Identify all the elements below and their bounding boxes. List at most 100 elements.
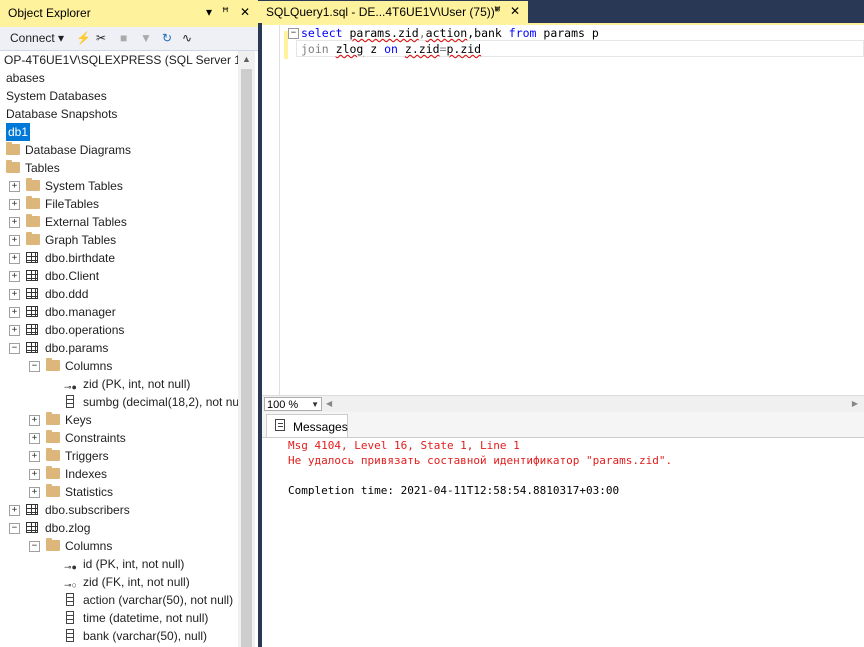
tree-node-label: time (datetime, not null) <box>83 611 209 625</box>
tree-vertical-scrollbar[interactable]: ▲ <box>238 51 255 647</box>
tree-node[interactable]: − dbo.params <box>0 339 238 357</box>
tree-node[interactable]: ⊸● id (PK, int, not null) <box>0 555 238 573</box>
tree-node[interactable]: + FileTables <box>0 195 238 213</box>
tab-sqlquery1[interactable]: SQLQuery1.sql - DE...4T6UE1V\User (75))*… <box>258 1 528 23</box>
disconnect-icon[interactable]: ✂ <box>96 31 106 45</box>
dropdown-icon[interactable]: ▾ <box>206 5 212 19</box>
tree-node[interactable]: action (varchar(50), not null) <box>0 591 238 609</box>
tree-node[interactable]: + External Tables <box>0 213 238 231</box>
tree-node[interactable]: db1 <box>0 123 238 141</box>
close-icon[interactable]: ✕ <box>240 5 250 19</box>
pin-icon[interactable]: ꟸ <box>222 5 229 19</box>
expand-icon[interactable]: + <box>29 487 40 498</box>
expand-icon[interactable]: + <box>9 505 20 516</box>
tree-node[interactable]: time (datetime, not null) <box>0 609 238 627</box>
tree-node-label: dbo.ddd <box>45 287 89 301</box>
tree-node[interactable]: Tables <box>0 159 238 177</box>
error-message-line-1: Msg 4104, Level 16, State 1, Line 1 <box>288 439 520 452</box>
tree-node[interactable]: + dbo.birthdate <box>0 249 238 267</box>
tree-node[interactable]: + Triggers <box>0 447 238 465</box>
expand-icon[interactable]: + <box>9 271 20 282</box>
expand-icon[interactable]: + <box>9 253 20 264</box>
connect-button[interactable]: Connect ▾ <box>10 31 64 45</box>
zoom-dropdown[interactable]: 100 % ▼ <box>264 397 322 411</box>
stop-icon[interactable]: ■ <box>120 31 127 45</box>
expand-icon[interactable]: + <box>9 307 20 318</box>
connect-icon[interactable]: ⚡ <box>76 31 91 45</box>
scroll-up-icon[interactable]: ▲ <box>242 54 251 64</box>
tree-node-label: Constraints <box>65 431 126 445</box>
tree-node[interactable]: − Columns <box>0 537 238 555</box>
tree-node-label: action (varchar(50), not null) <box>83 593 234 607</box>
tree-node[interactable]: − dbo.zlog <box>0 519 238 537</box>
table-icon <box>26 288 38 299</box>
tree-node[interactable]: + System Tables <box>0 177 238 195</box>
expand-icon[interactable]: + <box>9 289 20 300</box>
expand-icon[interactable]: + <box>9 325 20 336</box>
table-icon <box>26 252 38 263</box>
tree-node-label: System Tables <box>45 179 123 193</box>
tree-node-label: db1 <box>6 123 31 141</box>
tree-node[interactable]: + dbo.subscribers <box>0 501 238 519</box>
tree-node[interactable]: bank (varchar(50), null) <box>0 627 238 645</box>
tree-node-label: dbo.birthdate <box>45 251 116 265</box>
refresh-icon[interactable]: ↻ <box>162 31 172 45</box>
collapse-icon[interactable]: − <box>9 523 20 534</box>
collapse-icon[interactable]: − <box>288 28 299 39</box>
tree-node[interactable]: + dbo.manager <box>0 303 238 321</box>
collapse-icon[interactable]: − <box>29 361 40 372</box>
tree-node-label: abases <box>6 71 45 85</box>
expand-icon[interactable]: + <box>29 415 40 426</box>
close-icon[interactable]: ✕ <box>510 4 520 18</box>
activity-monitor-icon[interactable]: ∿ <box>182 31 192 45</box>
tree-node-label: Database Snapshots <box>6 107 118 121</box>
query-editor[interactable]: − select params.zid,action,bank from par… <box>262 23 864 397</box>
folder-icon <box>26 214 40 227</box>
tree-node[interactable]: + Keys <box>0 411 238 429</box>
expand-icon[interactable]: + <box>9 235 20 246</box>
object-explorer-title: Object Explorer <box>8 6 91 20</box>
column-icon <box>66 611 74 624</box>
collapse-icon[interactable]: − <box>9 343 20 354</box>
tree-node[interactable]: + dbo.operations <box>0 321 238 339</box>
tree-node[interactable]: + Statistics <box>0 483 238 501</box>
tree-node-label: dbo.zlog <box>45 521 91 535</box>
scroll-right-icon[interactable]: ▶ <box>852 399 858 408</box>
expand-icon[interactable]: + <box>29 451 40 462</box>
tree-node[interactable]: + Indexes <box>0 465 238 483</box>
editor-tab-bar: SQLQuery1.sql - DE...4T6UE1V\User (75))*… <box>258 0 864 23</box>
tree-node[interactable]: − Columns <box>0 357 238 375</box>
expand-icon[interactable]: + <box>9 181 20 192</box>
tree-node[interactable]: + dbo.ddd <box>0 285 238 303</box>
tree-node[interactable]: Database Snapshots <box>0 105 238 123</box>
object-explorer-panel: Object Explorer ▾ ꟸ ✕ Connect ▾ ⚡ ✂ ■ ▼ … <box>0 0 258 647</box>
tree-node[interactable]: System Databases <box>0 87 238 105</box>
expand-icon[interactable]: + <box>9 217 20 228</box>
folder-icon <box>46 358 60 371</box>
folder-icon <box>26 178 40 191</box>
editor-horizontal-scrollbar[interactable]: ◀ ▶ <box>326 399 862 410</box>
tree-node[interactable]: + dbo.Client <box>0 267 238 285</box>
scroll-left-icon[interactable]: ◀ <box>326 399 332 408</box>
tab-messages[interactable]: Messages <box>266 414 348 437</box>
tree-node-label: Columns <box>65 359 113 373</box>
tree-node[interactable]: + Constraints <box>0 429 238 447</box>
tree-node[interactable]: ⊸○ zid (FK, int, not null) <box>0 573 238 591</box>
expand-icon[interactable]: + <box>29 469 40 480</box>
filter-icon[interactable]: ▼ <box>140 31 152 45</box>
tree-node[interactable]: ⊸● zid (PK, int, not null) <box>0 375 238 393</box>
expand-icon[interactable]: + <box>9 199 20 210</box>
tree-node[interactable]: sumbg (decimal(18,2), not nu <box>0 393 238 411</box>
scrollbar-thumb[interactable] <box>241 69 252 647</box>
tree-node-label: dbo.params <box>45 341 109 355</box>
tree-node[interactable]: Database Diagrams <box>0 141 238 159</box>
expand-icon[interactable]: + <box>29 433 40 444</box>
tree-node[interactable]: abases <box>0 69 238 87</box>
tree-node[interactable]: + Graph Tables <box>0 231 238 249</box>
pin-icon[interactable]: ꟸ <box>494 4 501 18</box>
tab-messages-label: Messages <box>293 420 348 434</box>
zoom-bar: 100 % ▼ ◀ ▶ <box>262 395 864 413</box>
tree-node[interactable]: OP-4T6UE1V\SQLEXPRESS (SQL Server 15.0.2 <box>0 51 238 69</box>
collapse-icon[interactable]: − <box>29 541 40 552</box>
tree-node-label: zid (FK, int, not null) <box>83 575 190 589</box>
